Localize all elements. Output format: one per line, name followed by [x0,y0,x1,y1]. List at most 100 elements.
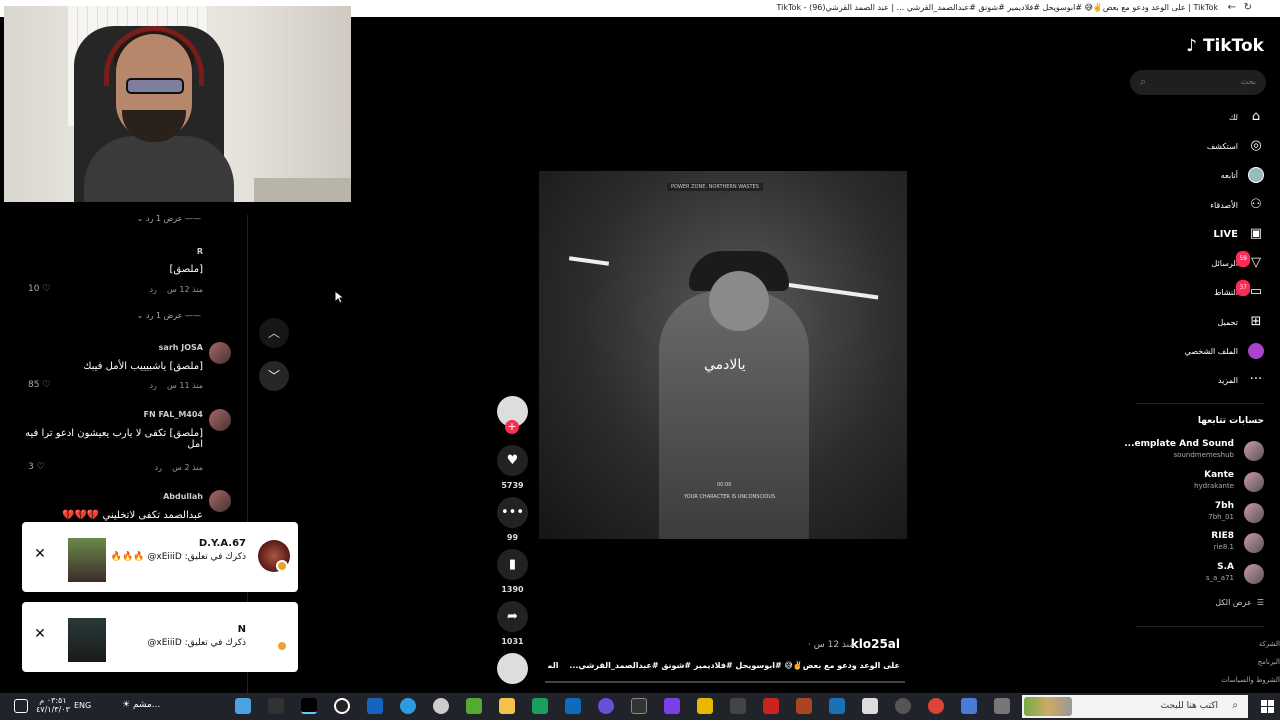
comment-author[interactable]: FN FAL_M404 [144,410,203,419]
live-icon: ▣ [1249,226,1263,241]
app-icon[interactable] [433,698,449,714]
back-icon[interactable]: ← [1228,2,1236,13]
steam-icon[interactable] [829,698,845,714]
capcut-icon[interactable] [268,698,284,714]
heart-icon[interactable]: ♥ [497,445,528,476]
footer-link[interactable]: البرنامج [1258,658,1280,666]
close-icon[interactable]: ✕ [32,546,48,562]
language-indicator[interactable]: ENG [74,701,91,710]
app-icon[interactable] [697,698,713,714]
windows-start-icon[interactable] [1261,700,1274,713]
avatar[interactable] [209,342,231,364]
bookmark-icon[interactable]: ▮ [497,549,528,580]
following-account[interactable]: 7bh 7bh_01 [1124,501,1264,527]
previous-video-button[interactable]: ︿ [259,318,289,348]
nav-item-activity[interactable]: ▭ 37 النشاط [1144,280,1264,302]
app-icon[interactable] [334,698,350,714]
video-progress-bar[interactable] [545,681,905,683]
app-icon[interactable] [598,698,614,714]
copilot-icon[interactable] [961,698,977,714]
taskbar-search-input[interactable]: اكتب هنا للبحث ⌕ [1022,695,1248,718]
app-icon[interactable] [796,698,812,714]
chrome-icon[interactable] [928,698,944,714]
view-replies-link[interactable]: —— عرض 1 رد ⌄ [137,311,201,320]
video-thumbnail[interactable] [68,618,106,662]
clock[interactable]: ٠٣:٥١ م ٤٧/١/٣/٠٣ [36,696,70,714]
epic-games-icon[interactable] [730,698,746,714]
nav-item-upload[interactable]: ⊞ تحميل [1144,312,1264,332]
comment-author[interactable]: Abdullah [163,492,203,501]
see-all-link[interactable]: ☰ عرض الكل [1215,598,1264,607]
following-account[interactable]: S.A s_a_a71 [1124,562,1264,588]
search-input[interactable]: بحث ⌕ [1130,70,1266,95]
comment-author[interactable]: R [197,247,203,256]
comment-like-count[interactable]: 10 ♡ [28,284,50,294]
video-thumbnail[interactable] [68,538,106,582]
app-icon[interactable] [631,698,647,714]
avatar[interactable] [1244,503,1264,523]
avatar[interactable] [1244,533,1264,553]
comment-author[interactable]: sarh JOSA [159,343,203,352]
nav-item-explore[interactable]: ◎ استكشف [1144,136,1264,156]
tiktok-logo[interactable]: ♪ TikTok [1186,36,1264,56]
save-button[interactable]: ▮ 1390 [497,549,528,594]
app-icon[interactable] [466,698,482,714]
nav-item-profile[interactable]: الملف الشخصي [1144,341,1264,361]
close-icon[interactable]: ✕ [32,626,48,642]
comment-icon[interactable]: ••• [497,497,528,528]
comment-like-count[interactable]: 3 ♡ [28,462,45,472]
avatar[interactable] [1244,564,1264,584]
nav-item-friends[interactable]: ⚇ الأصدقاء [1144,195,1264,215]
next-video-button[interactable]: ﹀ [259,361,289,391]
nav-item-live[interactable]: ▣ LIVE [1144,224,1264,244]
reply-link[interactable]: رد [149,381,156,390]
app-icon[interactable] [235,698,251,714]
home-icon: ⌂ [1251,109,1261,124]
nav-item-for-you[interactable]: ⌂ لك [1144,107,1264,127]
mention-notification[interactable]: ✕ N ذكرك في تعليق: xEiiiD@ [22,602,298,672]
nav-item-following[interactable]: أتابعه [1144,165,1264,185]
footer-link[interactable]: الشركة [1259,640,1280,648]
account-handle: s_a_a71 [1205,574,1234,582]
like-button[interactable]: ♥ 5739 [497,445,528,490]
following-account[interactable]: Kante hydrakante [1124,470,1264,496]
view-replies-link[interactable]: —— عرض 1 رد ⌄ [137,214,201,223]
comment-like-count[interactable]: 85 ♡ [28,380,50,390]
app-icon[interactable] [532,698,548,714]
avatar[interactable] [209,409,231,431]
app-icon[interactable] [862,698,878,714]
reply-link[interactable]: رد [149,285,156,294]
notification-center-icon[interactable] [14,699,28,713]
mention-notification[interactable]: ✕ D.Y.A.67 ذكرك في تعليق: xEiiiD@ 🔥🔥🔥 [22,522,298,592]
following-account[interactable]: RIE8 rie8.1 [1124,531,1264,557]
app-icon[interactable] [895,698,911,714]
video-player[interactable]: POWER ZONE: NORTHERN WASTES يالادمي 00:0… [539,171,907,539]
edge-icon[interactable] [400,698,416,714]
sound-disc[interactable] [497,653,528,684]
tiktok-taskbar-icon[interactable] [301,698,317,714]
search-icon[interactable]: ⌕ [1140,75,1146,89]
reply-link[interactable]: رد [155,463,162,472]
avatar[interactable] [1244,472,1264,492]
app-icon[interactable] [367,698,383,714]
avatar[interactable] [209,490,231,512]
reload-icon[interactable]: ↻ [1244,2,1252,13]
comment-button[interactable]: ••• 99 [497,497,528,542]
avatar[interactable] [1244,441,1264,461]
comment-time: منذ 2 س رد [154,463,203,472]
follow-button[interactable]: + [505,420,519,434]
more-link[interactable]: المزيد [548,661,559,670]
nav-item-more[interactable]: ··· المزيد [1144,370,1264,390]
share-button[interactable]: ➦ 1031 [497,601,528,646]
nav-item-messages[interactable]: ▽ 59 الرسائل [1144,251,1264,273]
footer-link[interactable]: الشروط والسياسات [1221,676,1280,684]
share-icon[interactable]: ➦ [497,601,528,632]
file-explorer-icon[interactable] [499,698,515,714]
weather-widget[interactable]: ☀ مشم... [122,700,160,710]
task-view-icon[interactable] [994,698,1010,714]
app-icon[interactable] [763,698,779,714]
following-account[interactable]: ...emplate And Sound soundmemeshub [1124,439,1264,465]
tab-title[interactable]: TikTok | على الوعد ودعو مع بعض✌️😅 #ابوسو… [777,3,1218,12]
app-icon[interactable] [664,698,680,714]
outlook-icon[interactable] [565,698,581,714]
